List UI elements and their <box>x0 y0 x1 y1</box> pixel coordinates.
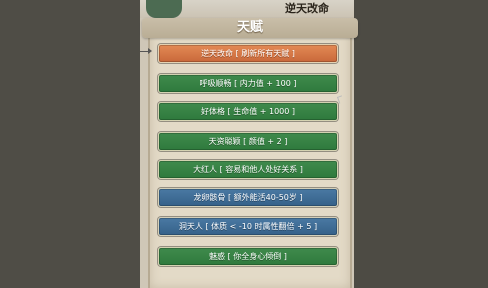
talent-scroll-panel: 天赋 逆天改命 [ 刷新所有天赋 ] 呼吸顺畅 [ 内力值 + 100 ] 好体… <box>140 18 358 288</box>
talent-button[interactable]: 呼吸顺畅 [ 内力值 + 100 ] <box>158 74 338 93</box>
talent-button[interactable]: 洞天人 [ 体质 < -10 时属性翻倍 + 5 ] <box>158 217 338 236</box>
pointer-arrow-icon <box>140 48 152 54</box>
panel-title: 天赋 <box>236 20 263 35</box>
top-bar: 逆天改命 <box>140 0 354 18</box>
right-background <box>354 0 488 288</box>
talent-button[interactable]: 天资聪颖 [ 颜值 + 2 ] <box>158 132 338 151</box>
talent-button-reroll[interactable]: 逆天改命 [ 刷新所有天赋 ] <box>158 44 338 63</box>
top-ornament-icon <box>146 0 182 18</box>
talent-button[interactable]: 好体格 [ 生命值 + 1000 ] <box>158 102 338 121</box>
scroll-header: 天赋 <box>142 18 358 38</box>
talent-button[interactable]: 魅惑 [ 你全身心倾倒 ] <box>158 247 338 266</box>
talent-button[interactable]: 大红人 [ 容易和他人处好关系 ] <box>158 160 338 179</box>
left-background <box>0 0 140 288</box>
talent-button[interactable]: 龙卵骸骨 [ 额外能活40-50岁 ] <box>158 188 338 207</box>
game-screen: 逆天改命 天赋 逆天改命 [ 刷新所有天赋 ] 呼吸顺畅 [ 内力值 + 100… <box>140 0 358 288</box>
header-title: 逆天改命 <box>285 2 329 15</box>
